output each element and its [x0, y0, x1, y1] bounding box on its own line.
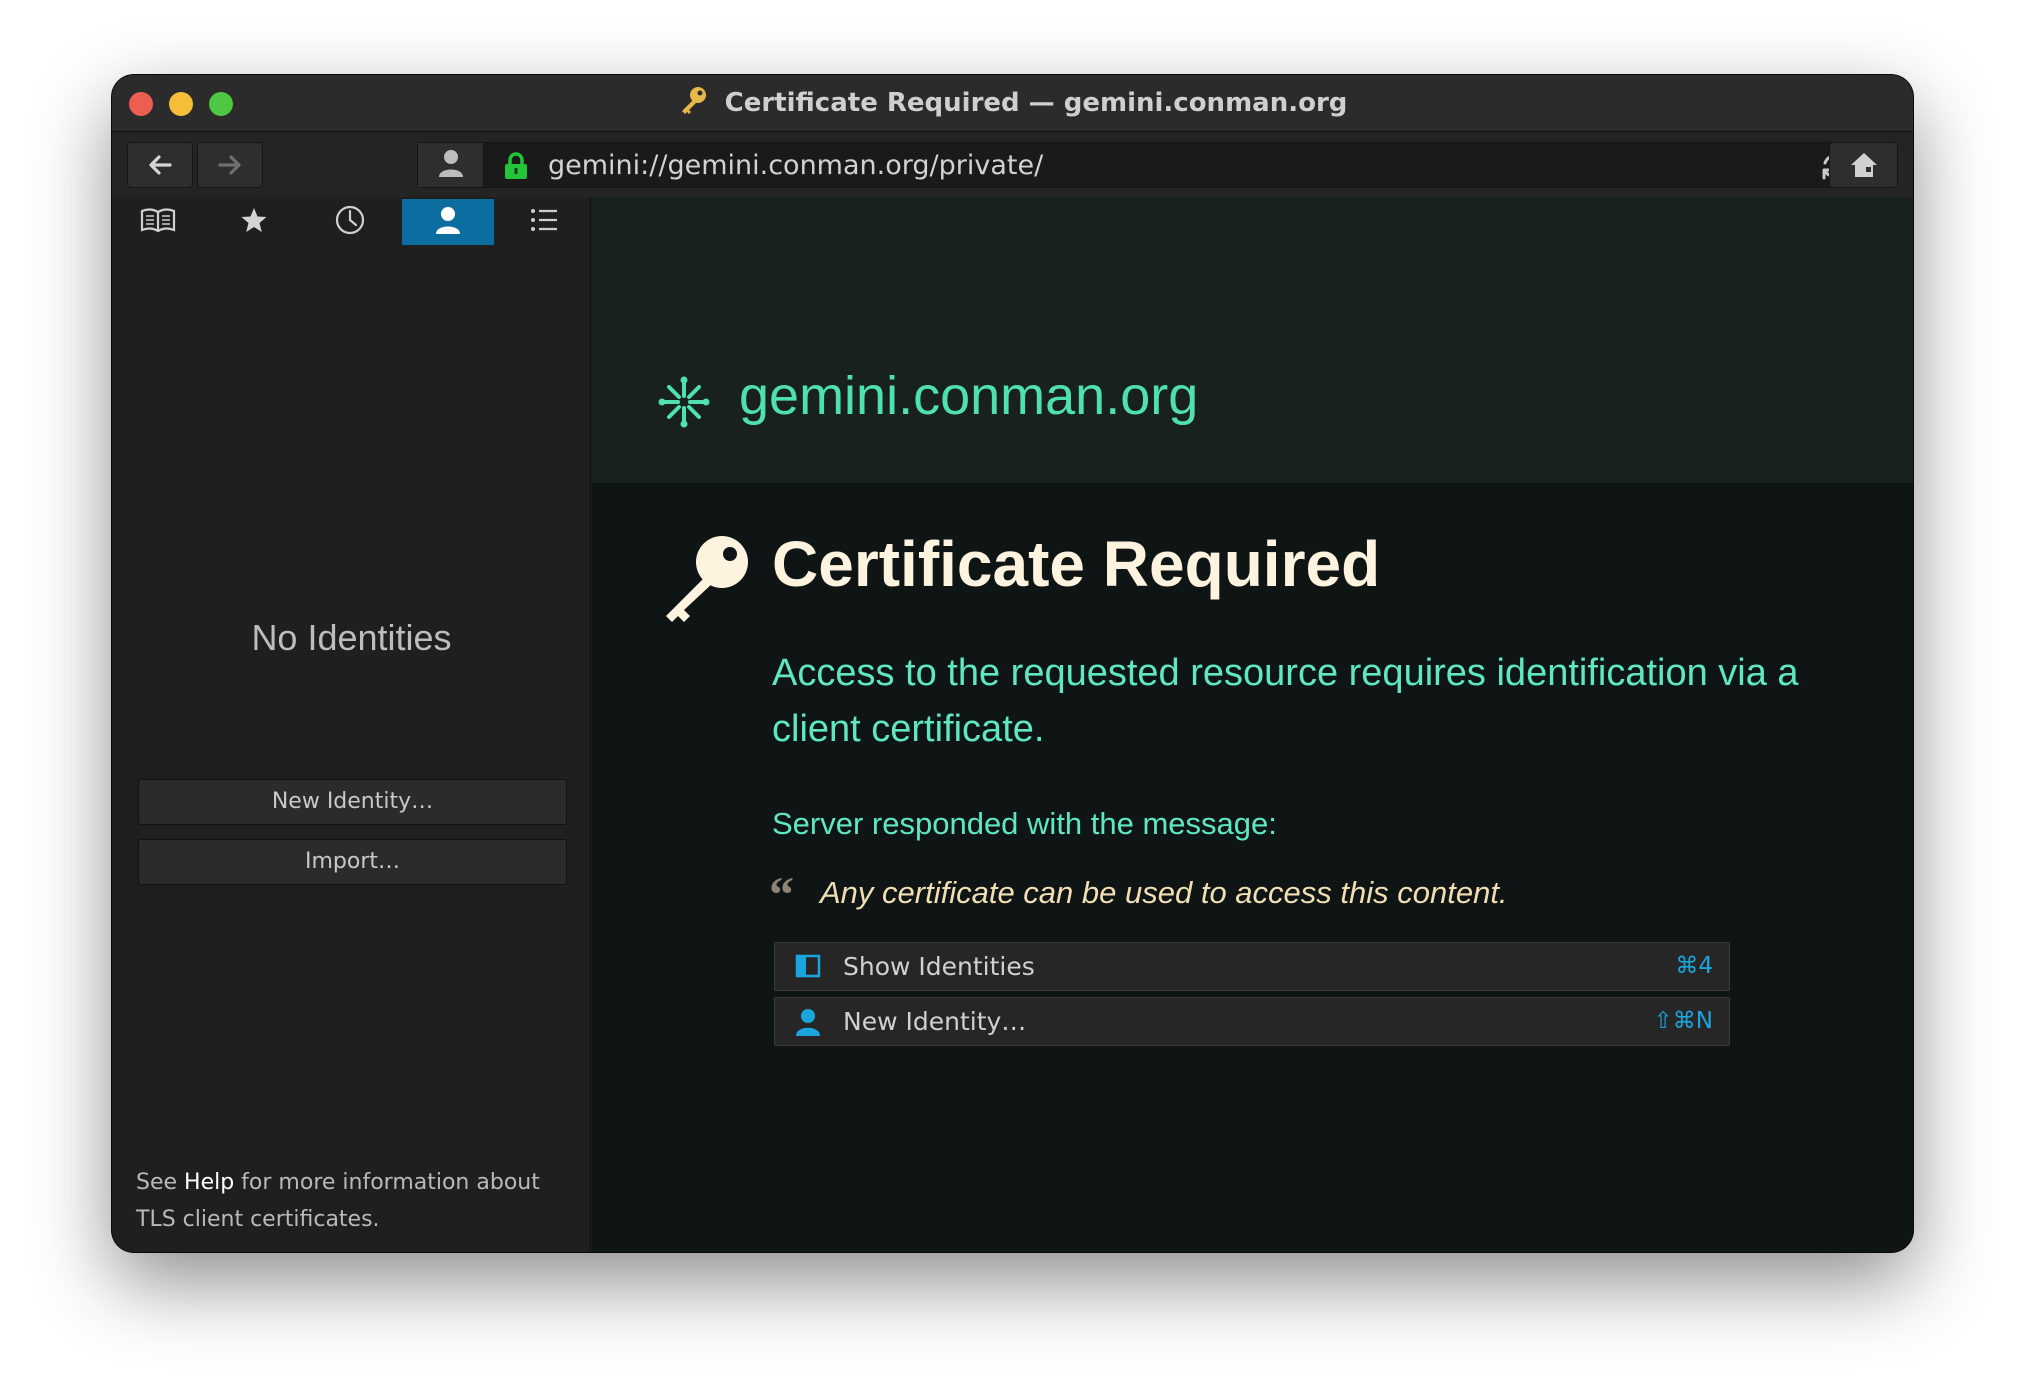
server-message: Any certificate can be used to access th…	[820, 875, 1508, 910]
help-note: See Help for more information about TLS …	[136, 1164, 581, 1238]
title-bar: Certificate Required — gemini.conman.org	[112, 75, 1913, 132]
sidebar-tab-history[interactable]	[304, 199, 396, 245]
help-link[interactable]: Help	[184, 1170, 234, 1195]
quote-icon: “	[769, 866, 794, 922]
new-identity-action-label: New Identity…	[843, 1007, 1027, 1036]
import-identity-button[interactable]: Import…	[138, 839, 567, 885]
lead-paragraph: Access to the requested resource require…	[772, 652, 1799, 750]
site-host: gemini.conman.org	[739, 366, 1199, 426]
sidebar: No Identities New Identity… Import… See …	[112, 197, 591, 1252]
back-button[interactable]	[127, 142, 193, 188]
window-title: Certificate Required — gemini.conman.org	[112, 85, 1913, 118]
show-identities-label: Show Identities	[843, 952, 1035, 981]
page-title: Certificate Required	[772, 528, 1381, 600]
clock-icon	[334, 204, 366, 240]
url-text[interactable]: gemini://gemini.conman.org/private/	[548, 150, 1043, 181]
person-icon	[795, 1008, 821, 1040]
list-icon	[529, 207, 559, 237]
lock-icon[interactable]	[504, 152, 528, 184]
arrow-left-icon	[146, 151, 174, 179]
sidebar-tab-identities[interactable]	[402, 199, 494, 245]
empty-state-title: No Identities	[251, 617, 452, 658]
home-button[interactable]	[1829, 142, 1898, 188]
sidebar-tab-bookmarks[interactable]	[112, 199, 204, 245]
person-icon	[437, 148, 465, 182]
sidebar-tab-outline[interactable]	[498, 199, 590, 245]
show-identities-shortcut: ⌘4	[1675, 953, 1713, 979]
url-bar[interactable]: gemini://gemini.conman.org/private/	[417, 142, 1862, 188]
new-identity-action-button[interactable]: New Identity… ⇧⌘N	[774, 997, 1730, 1046]
server-message-label: Server responded with the message:	[772, 806, 1277, 841]
star-icon	[240, 206, 268, 238]
window-title-text: Certificate Required — gemini.conman.org	[724, 88, 1348, 118]
site-banner: gemini.conman.org	[592, 197, 1913, 483]
sparkle-icon	[656, 374, 712, 434]
forward-button[interactable]	[197, 142, 263, 188]
toolbar: gemini://gemini.conman.org/private/	[112, 132, 1913, 197]
home-icon	[1849, 151, 1879, 179]
page-content: gemini.conman.org Certificate Required A…	[592, 197, 1913, 1252]
key-icon	[660, 532, 752, 628]
browser-window: Certificate Required — gemini.conman.org	[112, 75, 1913, 1252]
identity-menu-button[interactable]	[418, 143, 484, 187]
new-identity-shortcut: ⇧⌘N	[1653, 1008, 1713, 1034]
key-icon	[678, 87, 717, 118]
sidebar-icon	[795, 953, 821, 983]
show-identities-button[interactable]: Show Identities ⌘4	[774, 942, 1730, 991]
sidebar-tab-feeds[interactable]	[208, 199, 300, 245]
person-icon	[434, 205, 462, 239]
book-icon	[140, 206, 176, 238]
new-identity-button[interactable]: New Identity…	[138, 779, 567, 825]
help-note-prefix: See	[136, 1170, 185, 1195]
arrow-right-icon	[216, 151, 244, 179]
